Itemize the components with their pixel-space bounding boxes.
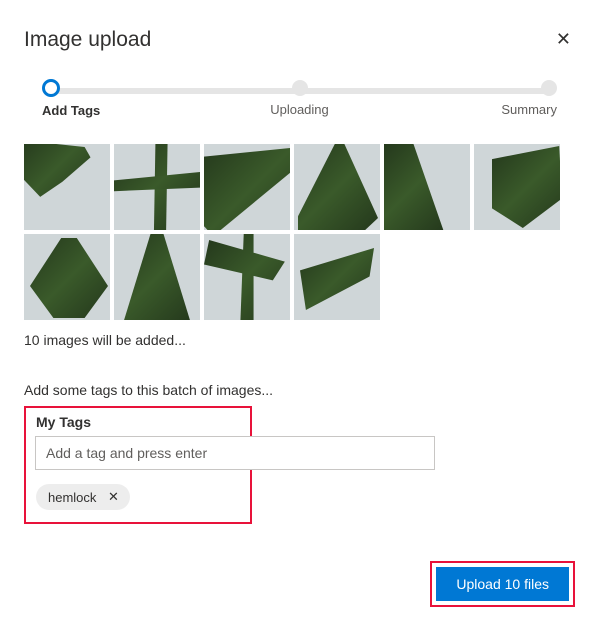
- upload-button-highlight: Upload 10 files: [430, 561, 575, 607]
- step-dot-icon: [292, 80, 308, 96]
- upload-status-text: 10 images will be added...: [24, 332, 575, 348]
- image-thumbnail[interactable]: [114, 144, 200, 230]
- tag-chip[interactable]: hemlock ✕: [36, 484, 130, 510]
- remove-tag-button[interactable]: ✕: [104, 488, 122, 506]
- step-dot-icon: [541, 80, 557, 96]
- step-dot-icon: [42, 79, 60, 97]
- image-thumbnail[interactable]: [384, 144, 470, 230]
- close-icon: ✕: [108, 489, 119, 505]
- step-summary: Summary: [477, 80, 557, 117]
- close-button[interactable]: ✕: [552, 28, 575, 50]
- tag-input[interactable]: Add a tag and press enter: [35, 436, 435, 470]
- image-thumbnail[interactable]: [294, 144, 380, 230]
- image-thumbnail[interactable]: [24, 234, 110, 320]
- image-thumbnail[interactable]: [24, 144, 110, 230]
- step-label: Uploading: [270, 102, 329, 117]
- step-label: Add Tags: [42, 103, 100, 118]
- close-icon: ✕: [556, 29, 571, 49]
- step-uploading: Uploading: [260, 80, 340, 117]
- progress-stepper: Add Tags Uploading Summary: [24, 80, 575, 128]
- upload-files-button[interactable]: Upload 10 files: [436, 567, 569, 601]
- step-add-tags: Add Tags: [42, 80, 122, 118]
- dialog-title: Image upload: [24, 28, 151, 52]
- image-thumbnail[interactable]: [204, 144, 290, 230]
- tag-input-placeholder: Add a tag and press enter: [46, 445, 207, 461]
- tag-prompt-text: Add some tags to this batch of images...: [24, 382, 575, 398]
- tag-chip-label: hemlock: [48, 490, 96, 505]
- thumbnail-grid: [24, 144, 575, 320]
- image-thumbnail[interactable]: [114, 234, 200, 320]
- my-tags-heading: My Tags: [36, 414, 240, 430]
- image-thumbnail[interactable]: [204, 234, 290, 320]
- step-label: Summary: [501, 102, 557, 117]
- image-thumbnail[interactable]: [294, 234, 380, 320]
- my-tags-section: My Tags Add a tag and press enter hemloc…: [24, 406, 252, 524]
- image-thumbnail[interactable]: [474, 144, 560, 230]
